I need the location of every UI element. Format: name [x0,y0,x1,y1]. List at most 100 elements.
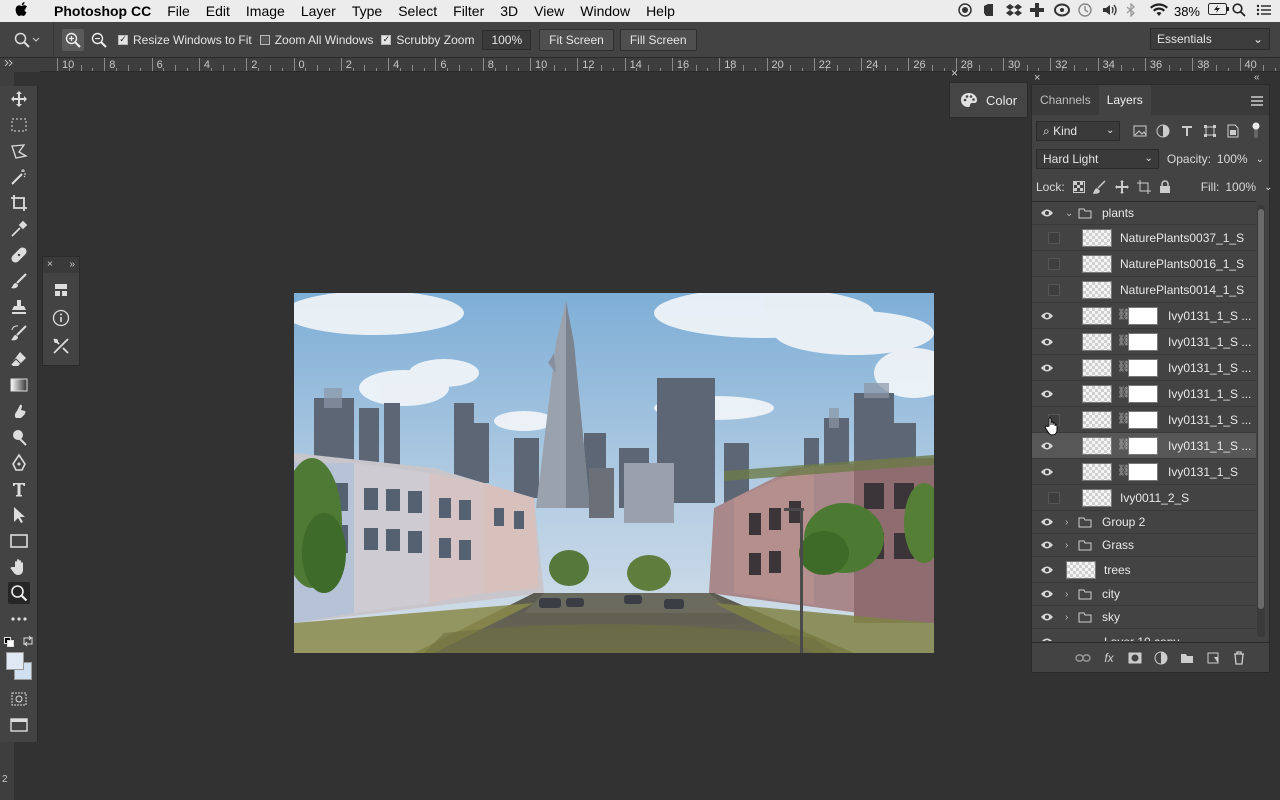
dodge-tool[interactable] [8,426,30,448]
history-brush-tool[interactable] [8,322,30,344]
battery-charging-icon[interactable] [1208,3,1229,19]
horizontal-ruler[interactable]: 10 8 6 4 2 0 2 4 6 8 10 12 14 16 18 20 22 24 26 28 30 32 34 36 3… [40,58,1280,72]
resize-windows-checkbox[interactable]: ✓ Resize Windows to Fit [118,33,252,47]
layer-row[interactable]: ⛓ Ivy0131_1_S [1032,459,1256,485]
layers-scrollbar[interactable] [1257,205,1265,637]
layer-thumbnail[interactable] [1082,385,1112,403]
layer-row[interactable]: ⛓ Ivy0131_1_S ... [1032,355,1256,381]
menu-app-name[interactable]: Photoshop CC [44,0,159,22]
lock-position-icon[interactable] [1114,180,1129,194]
visibility-toggle-empty[interactable] [1039,485,1060,510]
eye-icon[interactable] [1039,511,1055,533]
blend-mode-dropdown[interactable]: Hard Light ⌄ [1036,149,1159,169]
evernote-icon[interactable] [982,3,998,19]
screen-mode-button[interactable] [8,714,30,736]
time-machine-icon[interactable] [1078,3,1094,19]
close-icon[interactable]: × [951,66,958,80]
swap-colors-icon[interactable] [22,634,34,652]
menu-window[interactable]: Window [572,0,638,22]
visibility-toggle-empty[interactable] [1039,225,1060,250]
crop-tool[interactable] [8,192,30,214]
layer-group-row[interactable]: › Group 2 [1032,511,1256,534]
layer-thumbnail[interactable] [1082,307,1112,325]
layer-mask-thumbnail[interactable] [1128,385,1158,403]
plugin-icon[interactable] [1029,3,1046,19]
type-tool[interactable] [8,478,30,500]
dropbox-icon[interactable] [1005,3,1022,19]
layer-thumbnail[interactable] [1082,229,1112,247]
layer-group-row[interactable]: › Grass [1032,534,1256,557]
filter-kind-dropdown[interactable]: ⌕ Kind ⌄ [1036,121,1121,141]
layer-mask-thumbnail[interactable] [1128,437,1158,455]
volume-icon[interactable] [1102,3,1118,19]
info-panel-button[interactable] [50,307,72,329]
fill-value[interactable]: 100% [1225,180,1256,194]
document-canvas[interactable] [294,293,934,653]
eye-icon[interactable] [1039,629,1055,641]
tab-channels[interactable]: Channels [1032,85,1099,115]
record-icon[interactable] [958,3,974,19]
chevron-right-icon[interactable]: › [1065,583,1068,605]
menu-select[interactable]: Select [390,0,445,22]
spotlight-search-icon[interactable] [1232,3,1248,19]
menu-image[interactable]: Image [238,0,293,22]
close-icon[interactable]: × [47,257,53,273]
foreground-color-swatch[interactable] [6,652,24,670]
workspace-switcher[interactable]: Essentials ⌄ [1150,28,1270,50]
eye-icon[interactable] [1039,329,1055,354]
layer-group-row[interactable]: › city [1032,583,1256,606]
layer-thumbnail[interactable] [1082,463,1112,481]
lasso-tool[interactable] [8,140,30,162]
layer-group-row[interactable]: › sky [1032,606,1256,629]
expand-icon[interactable]: » [69,257,75,273]
eye-icon[interactable] [1039,381,1055,406]
filter-smart-object-icon[interactable] [1225,123,1240,139]
new-group-icon[interactable] [1179,650,1195,666]
lock-transparent-pixels-icon[interactable] [1072,180,1085,194]
filter-type-icon[interactable] [1179,123,1194,139]
layer-thumbnail[interactable] [1082,489,1112,507]
layer-thumbnail[interactable] [1082,333,1112,351]
creative-cloud-icon[interactable] [1053,3,1070,19]
quick-mask-button[interactable] [8,688,30,710]
fit-screen-button[interactable]: Fit Screen [539,28,614,51]
layer-row[interactable]: NaturePlants0037_1_S [1032,225,1256,251]
layer-row[interactable]: ⛓ Ivy0131_1_S ... [1032,303,1256,329]
healing-brush-tool[interactable] [8,244,30,266]
eyedropper-tool[interactable] [8,218,30,240]
layer-thumbnail[interactable] [1082,411,1112,429]
layer-thumbnail[interactable] [1066,561,1096,579]
scrollbar-thumb[interactable] [1258,209,1264,609]
menu-view[interactable]: View [526,0,572,22]
layer-thumbnail[interactable] [1082,255,1112,273]
pen-tool[interactable] [8,452,30,474]
path-selection-tool[interactable] [8,504,30,526]
filter-toggle-icon[interactable] [1249,122,1264,139]
menu-3d[interactable]: 3D [492,0,526,22]
menu-filter[interactable]: Filter [445,0,492,22]
link-layers-icon[interactable] [1075,650,1091,666]
visibility-toggle-empty[interactable] [1039,251,1060,276]
magic-wand-tool[interactable] [8,166,30,188]
layer-row[interactable]: ⛓ Ivy0131_1_S ... [1032,407,1256,433]
layer-thumbnail[interactable] [1082,359,1112,377]
eye-icon[interactable] [1039,303,1055,328]
apple-menu-icon[interactable] [0,1,44,21]
layer-style-icon[interactable]: fx [1101,650,1117,666]
properties-panel-button[interactable] [50,279,72,301]
layer-row[interactable]: NaturePlants0014_1_S [1032,277,1256,303]
blur-tool[interactable] [8,400,30,422]
zoom-out-button[interactable] [88,29,110,51]
eye-icon[interactable] [1039,202,1055,224]
menu-help[interactable]: Help [638,0,683,22]
layer-row[interactable]: Layer 10 copy [1032,629,1256,641]
layer-mask-thumbnail[interactable] [1128,307,1158,325]
chevron-right-icon[interactable]: › [1065,511,1068,533]
delete-layer-icon[interactable] [1231,650,1247,666]
new-layer-icon[interactable] [1205,650,1221,666]
opacity-value[interactable]: 100% [1217,152,1248,166]
menu-edit[interactable]: Edit [198,0,238,22]
layer-mask-thumbnail[interactable] [1128,463,1158,481]
layer-thumbnail[interactable] [1082,281,1112,299]
move-tool[interactable] [8,88,30,110]
